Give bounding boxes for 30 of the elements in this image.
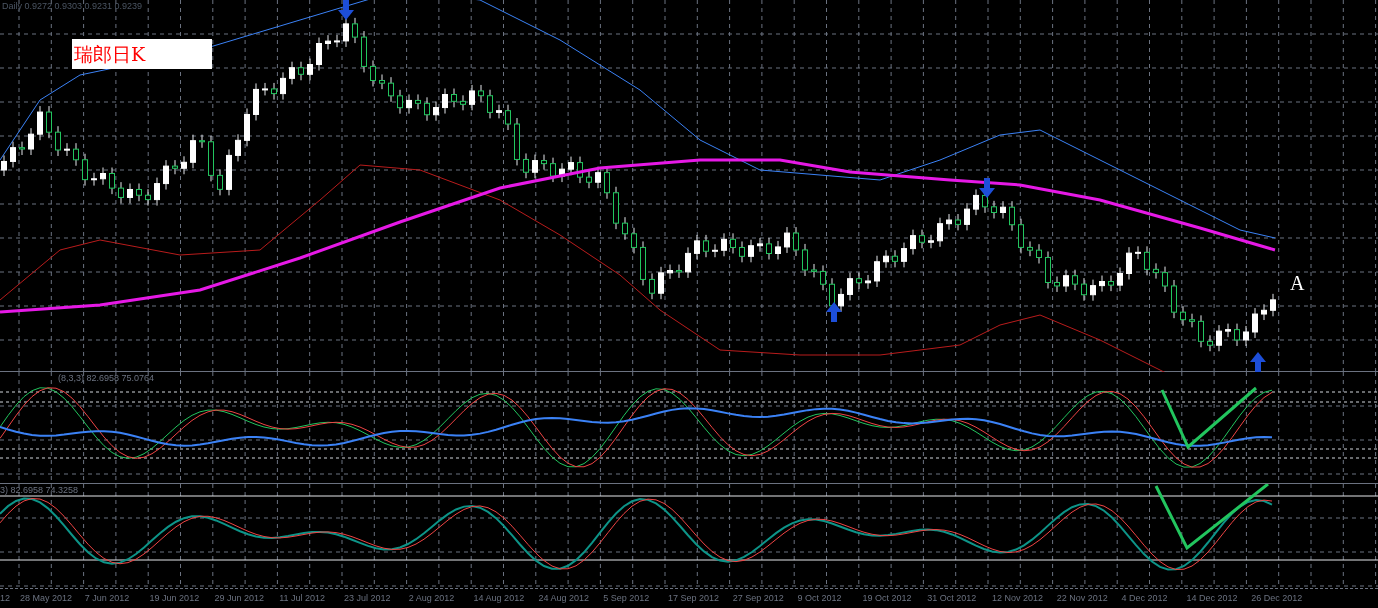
time-axis-label: 27 Sep 2012 <box>732 592 784 605</box>
time-axis-label: 17 Sep 2012 <box>668 592 720 605</box>
time-axis-label: 4 Dec 2012 <box>1121 592 1168 605</box>
indicator-label: 3) 82.6958 74.3258 <box>0 484 79 497</box>
time-axis-label: 7 Jun 2012 <box>84 592 130 605</box>
time-axis-label: 24 Aug 2012 <box>538 592 589 605</box>
time-axis-label: 5 Sep 2012 <box>603 592 650 605</box>
time-axis-label: 29 Jun 2012 <box>214 592 264 605</box>
time-axis-label: 14 Dec 2012 <box>1186 592 1238 605</box>
chart-header: Daily 0.9272 0.9303 0.9231 0.9239 <box>2 0 143 13</box>
indicator-label: (8,3,3) 82.6958 75.0764 <box>58 372 155 385</box>
time-axis-label: 12 <box>0 592 10 605</box>
time-axis-label: 22 Nov 2012 <box>1056 592 1108 605</box>
chart-title-label: 瑞郎日K <box>72 39 212 69</box>
time-axis-label: 26 Dec 2012 <box>1251 592 1303 605</box>
down-arrow-icon <box>338 0 354 20</box>
time-axis-label: 28 May 2012 <box>20 592 73 605</box>
time-axis-label: 19 Jun 2012 <box>149 592 200 605</box>
time-axis-label: 19 Oct 2012 <box>862 592 912 605</box>
time-axis-label: 9 Oct 2012 <box>797 592 842 605</box>
up-arrow-icon <box>826 302 842 322</box>
time-axis-label: 11 Jul 2012 <box>279 592 326 605</box>
up-arrow-icon <box>1250 352 1266 372</box>
time-axis-label: 14 Aug 2012 <box>473 592 525 605</box>
down-arrow-icon <box>979 178 995 198</box>
time-axis-label: 12 Nov 2012 <box>992 592 1044 605</box>
time-axis-label: 31 Oct 2012 <box>927 592 977 605</box>
chart-marker-label: A <box>1290 271 1305 296</box>
time-axis-label: 23 Jul 2012 <box>344 592 391 605</box>
time-axis-label: 2 Aug 2012 <box>408 592 455 605</box>
